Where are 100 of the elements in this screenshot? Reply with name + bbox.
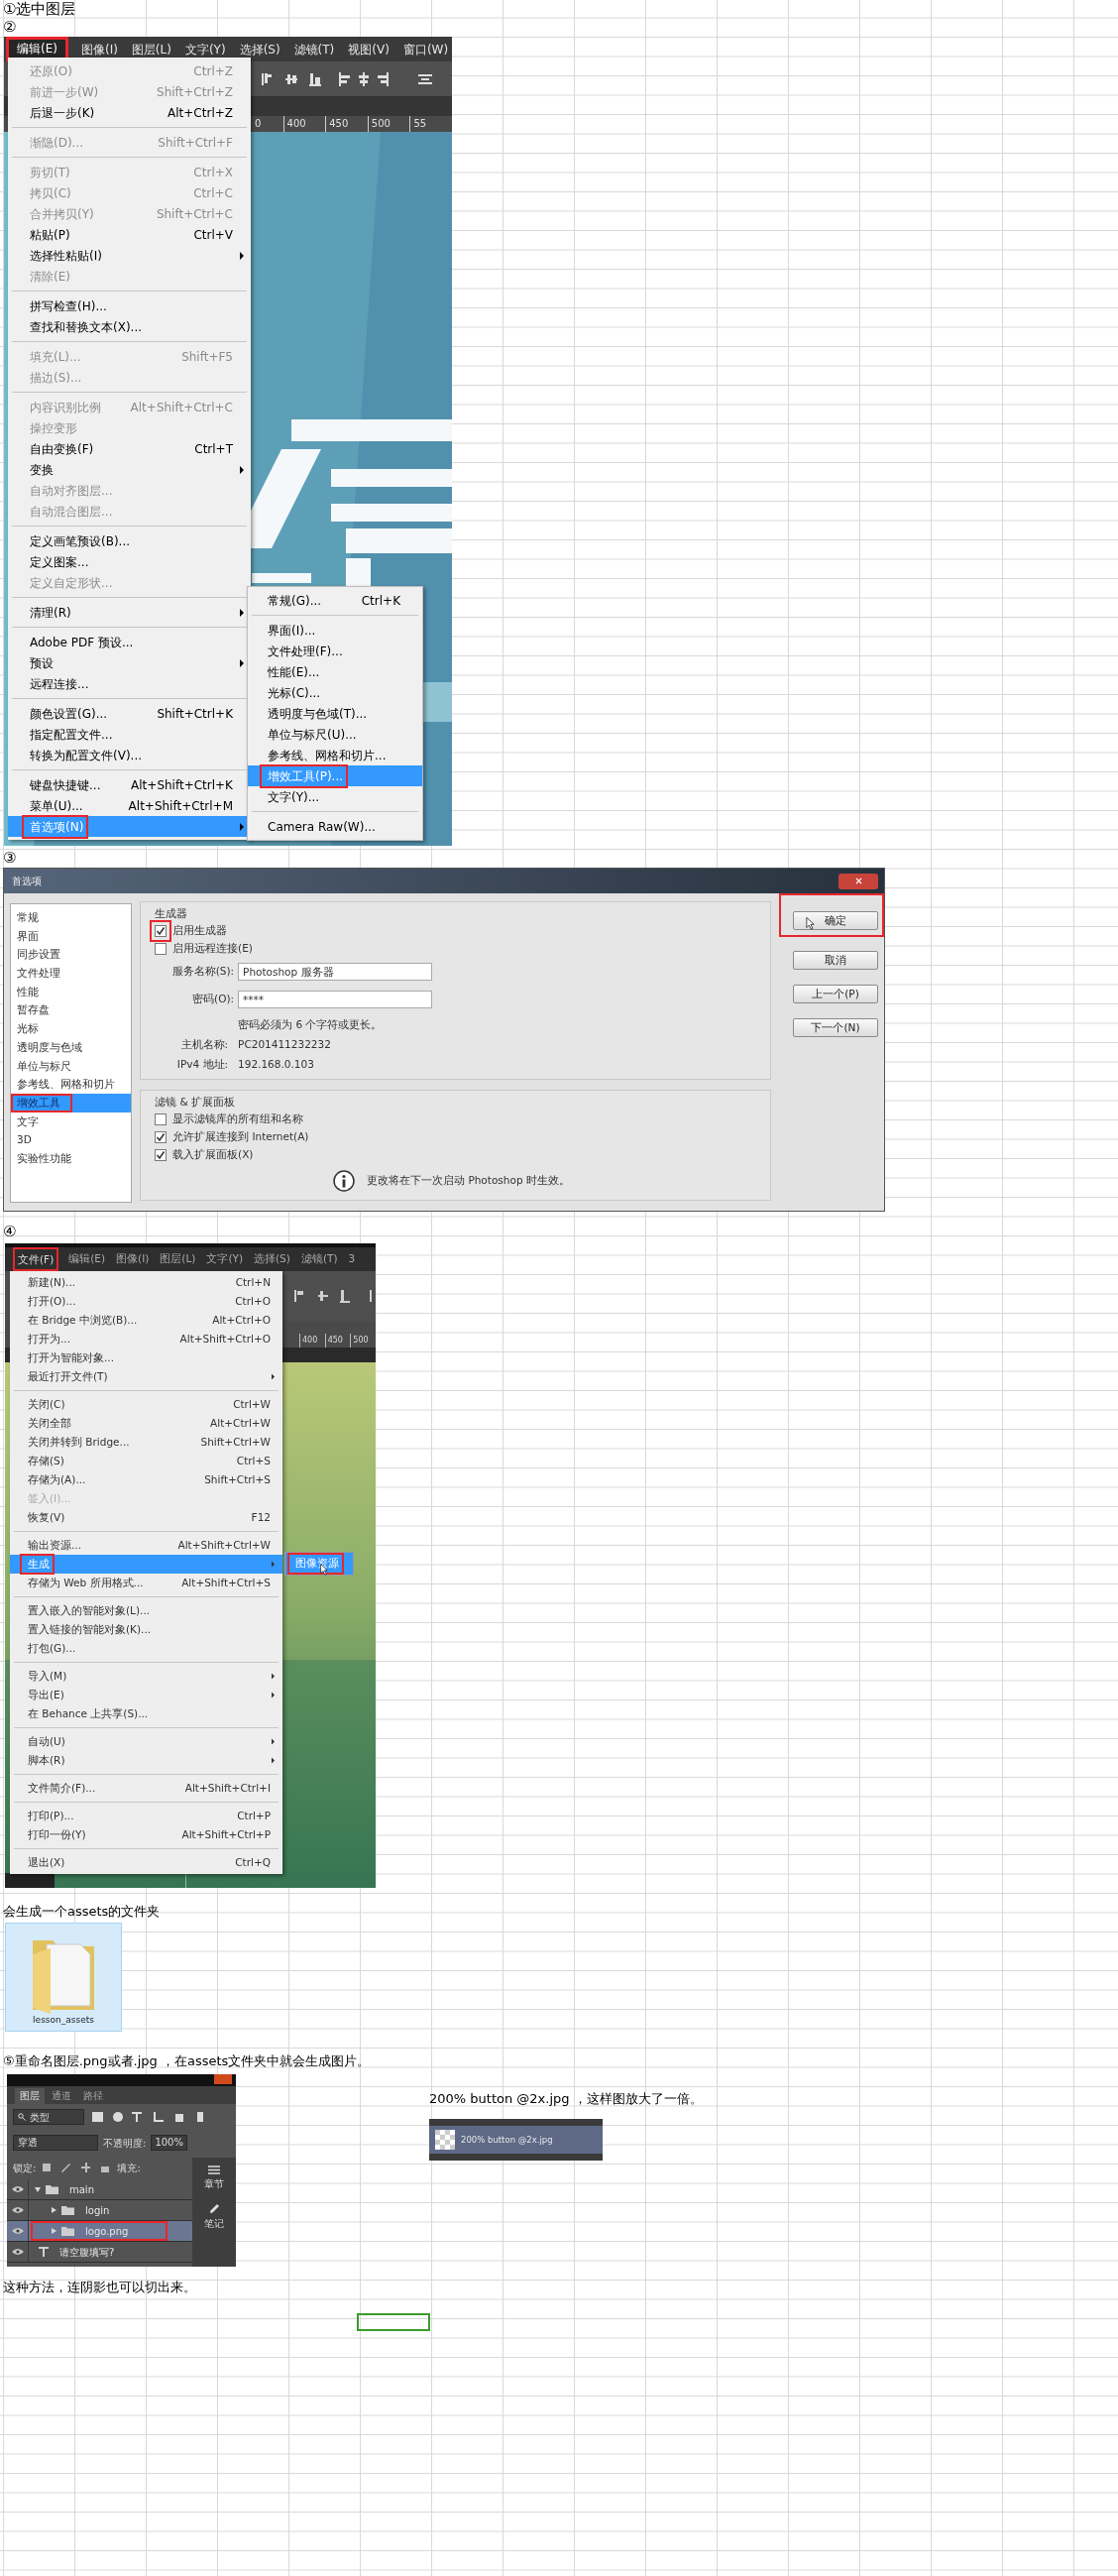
category-item[interactable]: 光标 [11, 1019, 132, 1038]
menu-item[interactable]: 常规(G)... Ctrl+K [248, 590, 422, 611]
category-item[interactable]: 性能 [11, 982, 132, 1001]
category-item[interactable]: 文件处理 [11, 964, 132, 983]
close-button[interactable] [838, 873, 878, 889]
menu-item[interactable]: 定义图案... [8, 551, 251, 572]
folder-item[interactable]: lesson_assets [5, 1923, 122, 2032]
menu-item[interactable]: 后退一步(K) Alt+Ctrl+Z [8, 102, 251, 123]
menu-item[interactable]: 打开为智能对象... [10, 1348, 282, 1367]
menu-item[interactable]: 键盘快捷键... Alt+Shift+Ctrl+K [8, 774, 251, 795]
menu-item[interactable]: 存储(S) Ctrl+S [10, 1452, 282, 1470]
menu-item[interactable]: 关闭(C) Ctrl+W [10, 1395, 282, 1414]
menu-bar-item[interactable]: 窗口(W) [401, 40, 450, 59]
menu-item[interactable]: 转换为配置文件(V)... [8, 745, 251, 765]
filter-dropdown[interactable]: 类型 [13, 2109, 84, 2125]
checkbox[interactable] [155, 1149, 168, 1161]
category-item[interactable]: 单位与标尺 [11, 1056, 132, 1076]
menu-item[interactable]: 打开(O)... Ctrl+O [10, 1292, 282, 1311]
menu-bar-item[interactable]: 视图(V) [347, 40, 391, 59]
menu-bar-item[interactable]: 选择(S) [253, 1251, 291, 1267]
menu-item[interactable]: 参考线、网格和切片... [248, 745, 422, 765]
menu-bar-item[interactable]: 编辑(E) [67, 1251, 107, 1267]
dialog-button[interactable]: 取消 [793, 951, 878, 971]
category-item[interactable]: 增效工具 [11, 1093, 132, 1112]
menu-item[interactable]: 文字(Y)... [248, 786, 422, 807]
menu-item[interactable]: 在 Bridge 中浏览(B)... Alt+Ctrl+O [10, 1311, 282, 1330]
menu-bar-item[interactable]: 图像(I) [115, 1251, 151, 1267]
menu-item[interactable]: 打印一份(Y) Alt+Shift+Ctrl+P [10, 1825, 282, 1844]
layer-row[interactable]: main [7, 2179, 195, 2200]
eye-icon[interactable] [11, 2248, 24, 2256]
collapse-arrow-icon[interactable] [35, 2186, 41, 2192]
menu-item[interactable]: Adobe PDF 预设... [8, 632, 251, 652]
menu-item[interactable]: 退出(X) Ctrl+Q [10, 1853, 282, 1872]
checkbox[interactable] [150, 920, 172, 942]
menu-icon[interactable] [208, 2166, 220, 2174]
menu-bar-item[interactable]: 选择(S) [238, 40, 281, 59]
category-item[interactable]: 实验性功能 [11, 1148, 132, 1168]
layer-row[interactable]: 200% button @2x.jpg [429, 2126, 603, 2154]
layer-row[interactable]: 请空腹填写? [7, 2242, 195, 2263]
category-item[interactable]: 同步设置 [11, 945, 132, 965]
layer-row[interactable]: login [7, 2200, 195, 2221]
menu-item[interactable]: 文件简介(F)... Alt+Shift+Ctrl+I [10, 1779, 282, 1798]
panel-tab[interactable]: 路径 [78, 2088, 108, 2104]
checkbox[interactable] [155, 1131, 168, 1143]
menu-item[interactable]: 脚本(R) [10, 1751, 282, 1770]
menu-item[interactable]: 预设 [8, 652, 251, 673]
menu-bar-item[interactable]: 文字(Y) [183, 40, 227, 59]
expand-arrow-icon[interactable] [51, 2207, 56, 2213]
menu-bar-item[interactable]: 文件(F) [13, 1247, 59, 1271]
menu-item[interactable]: 恢复(V) F12 [10, 1508, 282, 1527]
menu-item[interactable]: 透明度与色域(T)... [248, 703, 422, 724]
menu-item[interactable]: 指定配置文件... [8, 724, 251, 745]
menu-bar-item[interactable]: 3 [347, 1251, 357, 1267]
menu-item[interactable]: 新建(N)... Ctrl+N [10, 1273, 282, 1292]
menu-item[interactable]: 光标(C)... [248, 682, 422, 703]
menu-bar-item[interactable]: 图像(I) [79, 40, 119, 59]
menu-item[interactable]: 文件处理(F)... [248, 641, 422, 661]
category-item[interactable]: 3D [11, 1130, 132, 1149]
menu-item[interactable]: 查找和替换文本(X)... [8, 316, 251, 337]
dialog-button[interactable]: 下一个(N) [793, 1018, 878, 1038]
menu-item[interactable]: 打印(P)... Ctrl+P [10, 1807, 282, 1825]
menu-item[interactable]: 性能(E)... [248, 661, 422, 682]
panel-tab[interactable]: 图层 [15, 2088, 45, 2104]
selected-cell[interactable] [357, 2313, 430, 2331]
menu-item[interactable]: 远程连接... [8, 673, 251, 694]
category-item[interactable]: 参考线、网格和切片 [11, 1075, 132, 1094]
menu-item[interactable]: 最近打开文件(T) [10, 1367, 282, 1386]
menu-item[interactable]: 存储为 Web 所用格式... Alt+Shift+Ctrl+S [10, 1574, 282, 1592]
menu-item[interactable]: 选择性粘贴(I) [8, 245, 251, 266]
menu-item[interactable]: Camera Raw(W)... [248, 816, 422, 837]
menu-item[interactable]: 变换 [8, 459, 251, 480]
layer-row[interactable]: logo.png [7, 2221, 195, 2242]
menu-item[interactable]: 自动(U) [10, 1732, 282, 1751]
dialog-button[interactable]: 确定 [793, 911, 878, 931]
menu-item[interactable]: 打开为... Alt+Shift+Ctrl+O [10, 1330, 282, 1348]
menu-item[interactable]: 拼写检查(H)... [8, 295, 251, 316]
input-field[interactable]: **** [238, 991, 433, 1008]
menu-bar-item[interactable]: 滤镜(T) [299, 1251, 339, 1267]
menu-item[interactable]: 清理(R) [8, 602, 251, 623]
category-item[interactable]: 透明度与色域 [11, 1037, 132, 1057]
eye-icon[interactable] [11, 2185, 24, 2193]
blend-mode-dropdown[interactable]: 穿透 [13, 2135, 98, 2151]
menu-bar-item[interactable]: 图层(L) [159, 1251, 197, 1267]
menu-item[interactable]: 存储为(A)... Shift+Ctrl+S [10, 1470, 282, 1489]
category-item[interactable]: 暂存盘 [11, 1000, 132, 1020]
menu-item[interactable]: 界面(I)... [248, 620, 422, 641]
panel-tab[interactable]: 通道 [47, 2088, 76, 2104]
menu-item[interactable]: 菜单(U)... Alt+Shift+Ctrl+M [8, 795, 251, 816]
input-field[interactable]: Photoshop 服务器 [238, 963, 433, 981]
menu-item[interactable]: 单位与标尺(U)... [248, 724, 422, 745]
menu-item[interactable]: 颜色设置(G)... Shift+Ctrl+K [8, 703, 251, 724]
menu-item[interactable]: 自由变换(F) Ctrl+T [8, 438, 251, 459]
menu-item[interactable]: 粘贴(P) Ctrl+V [8, 224, 251, 245]
category-item[interactable]: 常规 [11, 908, 132, 927]
menu-item[interactable]: 置入链接的智能对象(K)... [10, 1620, 282, 1639]
opacity-field[interactable]: 100% [151, 2135, 187, 2151]
menu-bar-item[interactable]: 图层(L) [130, 40, 172, 59]
checkbox[interactable] [155, 943, 168, 955]
dialog-button[interactable]: 上一个(P) [793, 985, 878, 1004]
menu-item[interactable]: 在 Behance 上共享(S)... [10, 1704, 282, 1723]
